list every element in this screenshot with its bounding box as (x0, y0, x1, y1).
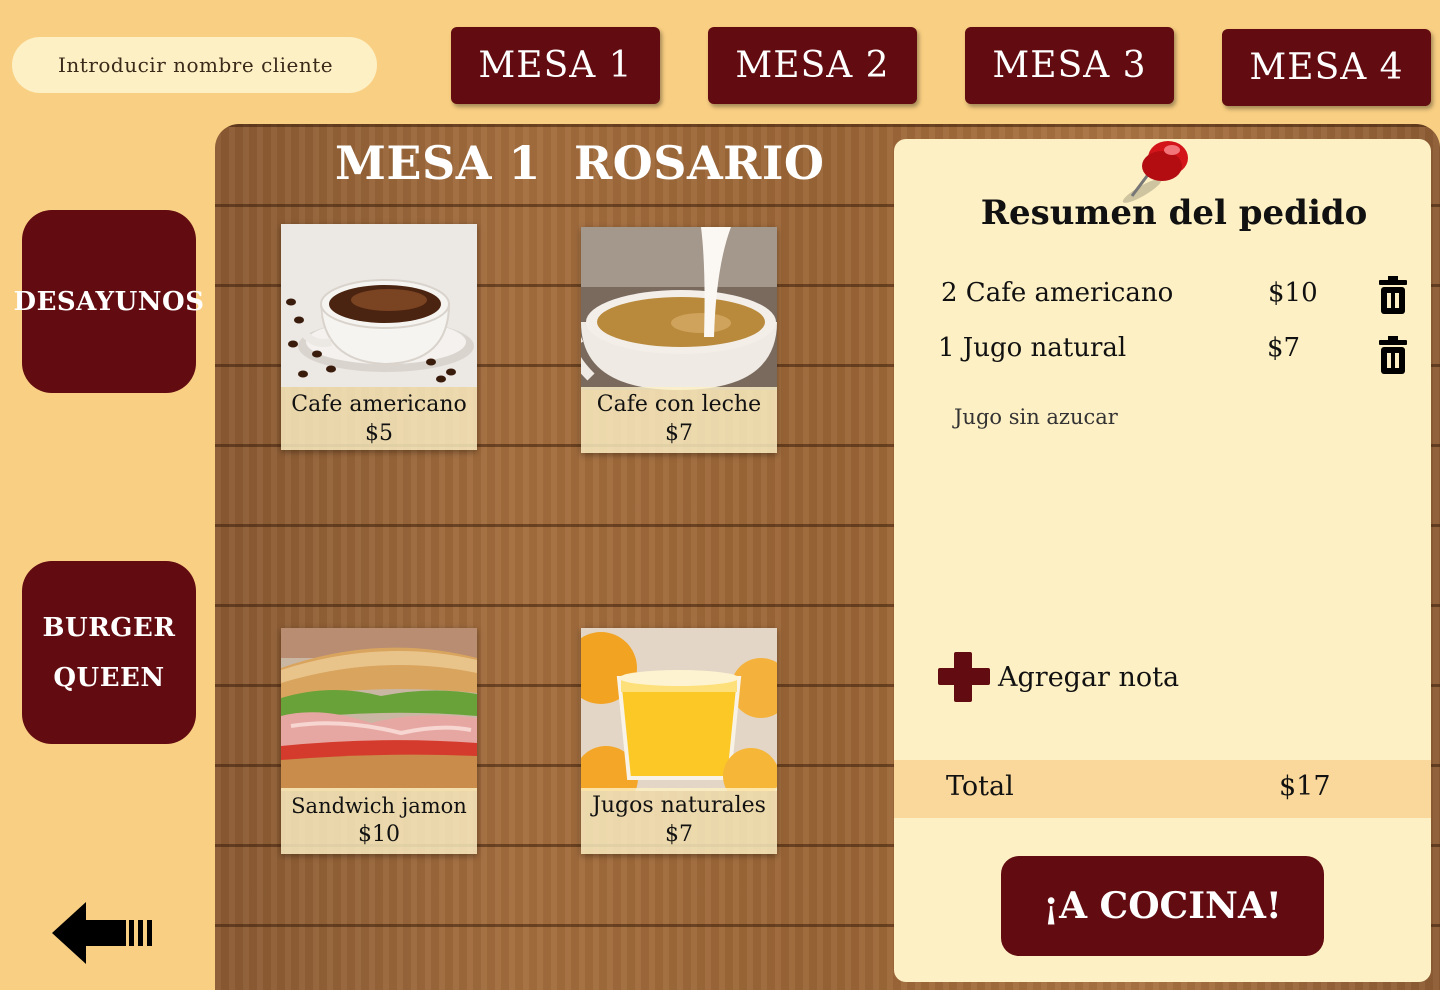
cafe-americano-image (281, 224, 477, 387)
order-item-price: $7 (1267, 333, 1301, 363)
product-caption: Cafe americano $5 (281, 387, 477, 450)
add-note-label: Agregar nota (998, 661, 1180, 693)
board-title: MESA 1 ROSARIO (335, 136, 825, 190)
product-card-cafe-con-leche[interactable]: Cafe con leche $7 (581, 227, 777, 453)
summary-title: Resumen del pedido (980, 193, 1368, 233)
jugos-naturales-image (581, 628, 777, 791)
table-1-button[interactable]: MESA 1 (451, 27, 660, 104)
product-card-sandwich-jamon[interactable]: Sandwich jamon $10 (281, 628, 477, 854)
trash-icon[interactable] (1378, 336, 1408, 374)
product-price: $7 (665, 421, 693, 446)
product-price: $7 (665, 822, 693, 847)
product-card-jugos-naturales[interactable]: Jugos naturales $7 (581, 628, 777, 854)
product-price: $10 (358, 822, 400, 847)
back-arrow-icon[interactable] (50, 898, 160, 968)
send-to-kitchen-button[interactable]: ¡A COCINA! (1001, 856, 1324, 956)
product-caption: Cafe con leche $7 (581, 387, 777, 453)
category-desayunos-label: DESAYUNOS (13, 286, 205, 317)
product-name: Jugos naturales (592, 793, 766, 818)
category-burger-queen-button[interactable]: BURGER QUEEN (22, 561, 196, 744)
product-name: Cafe americano (291, 392, 467, 417)
product-card-cafe-americano[interactable]: Cafe americano $5 (281, 224, 477, 450)
product-caption: Jugos naturales $7 (581, 788, 777, 854)
product-price: $5 (365, 421, 393, 446)
category-desayunos-button[interactable]: DESAYUNOS (14, 210, 204, 393)
product-caption: Sandwich jamon $10 (281, 788, 477, 854)
total-label: Total (946, 771, 1014, 802)
order-note: Jugo sin azucar (954, 405, 1118, 429)
order-item-name: 2 Cafe americano (941, 278, 1174, 308)
plus-icon (938, 652, 990, 702)
cafe-con-leche-image (581, 227, 777, 390)
add-note-button[interactable]: Agregar nota (938, 650, 1179, 704)
table-3-button[interactable]: MESA 3 (965, 27, 1174, 104)
total-value: $17 (1279, 771, 1331, 802)
order-item-price: $10 (1268, 278, 1318, 308)
order-item-name: 1 Jugo natural (938, 333, 1127, 363)
trash-icon[interactable] (1378, 276, 1408, 314)
sandwich-jamon-image (281, 628, 477, 791)
client-name-input[interactable] (12, 37, 377, 93)
product-name: Cafe con leche (596, 392, 762, 417)
category-burger-label-line1: BURGER (42, 612, 176, 643)
table-2-button[interactable]: MESA 2 (708, 27, 917, 104)
product-name: Sandwich jamon (291, 794, 467, 818)
category-burger-label-line2: QUEEN (53, 662, 165, 693)
table-4-button[interactable]: MESA 4 (1222, 29, 1431, 106)
